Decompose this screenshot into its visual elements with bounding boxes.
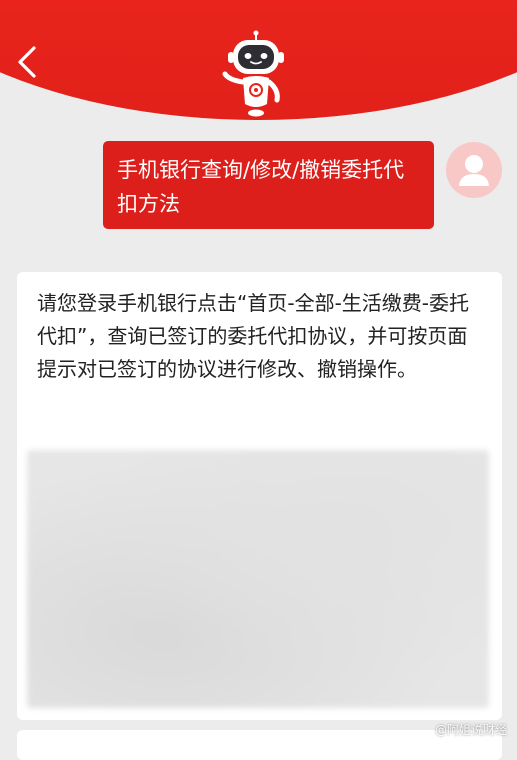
user-avatar-icon[interactable] xyxy=(446,142,502,198)
user-message-bubble[interactable]: 手机银行查询/修改/撤销委托代扣方法 xyxy=(103,141,434,229)
back-button[interactable] xyxy=(14,42,44,82)
answer-text: 请您登录手机银行点击“首页-全部-生活缴费-委托代扣”，查询已签订的委托代扣协议… xyxy=(37,291,470,381)
watermark-text: @阿姐说财经 xyxy=(434,723,507,737)
assistant-robot-icon xyxy=(222,30,284,117)
user-message-text: 手机银行查询/修改/撤销委托代扣方法 xyxy=(117,158,405,216)
answer-card: 请您登录手机银行点击“首页-全部-生活缴费-委托代扣”，查询已签订的委托代扣协议… xyxy=(17,272,502,720)
header xyxy=(0,0,517,126)
next-message-card xyxy=(17,730,502,760)
answer-screenshot-image[interactable] xyxy=(27,450,489,708)
chevron-left-icon xyxy=(18,46,36,78)
person-icon xyxy=(459,155,489,186)
watermark: @阿姐说财经 xyxy=(435,721,507,738)
